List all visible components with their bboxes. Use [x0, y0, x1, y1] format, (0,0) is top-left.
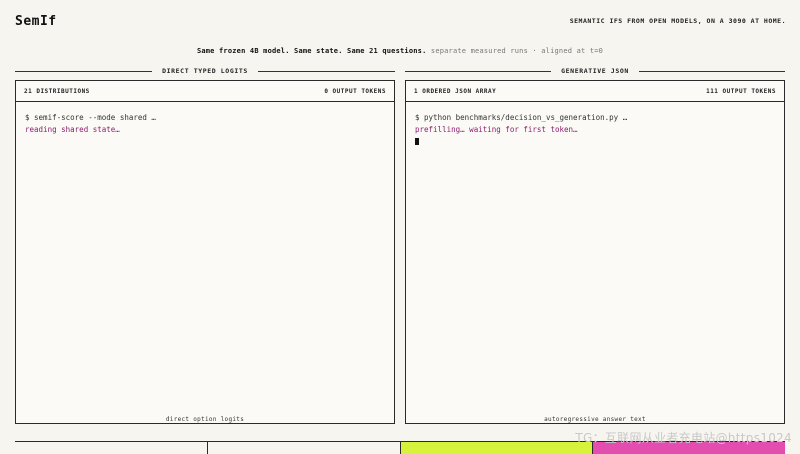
terminal-status: reading shared state… [25, 124, 120, 134]
section-title-generative: GENERATIVE JSON [561, 67, 629, 75]
section-header-generative: GENERATIVE JSON [405, 66, 786, 76]
panel-footer-text: autoregressive answer text [544, 416, 646, 423]
distribution-count: 21 DISTRIBUTIONS [24, 87, 90, 95]
subtitle-emphasis: Same frozen 4B model. Same state. Same 2… [196, 47, 427, 55]
panel-status-bar: 21 DISTRIBUTIONS 0 OUTPUT TOKENS [16, 81, 394, 102]
generative-json-panel: 1 ORDERED JSON ARRAY 111 OUTPUT TOKENS $… [405, 80, 785, 424]
panel-footer-label: direct option logits [16, 416, 394, 423]
panel-footer-text: direct option logits [165, 416, 245, 423]
panel-footer-label: autoregressive answer text [406, 416, 784, 423]
terminal-output: $ semif-score --mode shared … reading sh… [16, 102, 394, 145]
output-token-count: 111 OUTPUT TOKENS [706, 87, 776, 95]
bottom-cell-1[interactable] [15, 442, 207, 454]
divider [15, 70, 153, 72]
terminal-command: $ semif-score --mode shared … [25, 113, 156, 122]
watermark: TG：互联网从业者充电站@https1024 [575, 431, 792, 445]
text-cursor [415, 138, 419, 145]
output-token-count: 0 OUTPUT TOKENS [324, 87, 386, 95]
terminal-command: $ python benchmarks/decision_vs_generati… [415, 113, 628, 122]
json-array-count: 1 ORDERED JSON ARRAY [414, 87, 497, 95]
divider [257, 70, 396, 72]
page-tagline: SEMANTIC IFS FROM OPEN MODELS, ON A 3090… [569, 17, 786, 25]
subtitle-detail: separate measured runs · aligned at t=0 [426, 47, 604, 55]
divider [638, 70, 786, 72]
section-header-direct: DIRECT TYPED LOGITS [15, 66, 396, 76]
divider [405, 70, 552, 72]
brand-logo: SemIf [15, 14, 57, 29]
direct-logits-panel: 21 DISTRIBUTIONS 0 OUTPUT TOKENS $ semif… [15, 80, 395, 424]
panel-status-bar: 1 ORDERED JSON ARRAY 111 OUTPUT TOKENS [406, 81, 784, 102]
terminal-output: $ python benchmarks/decision_vs_generati… [406, 102, 784, 159]
page-subtitle: Same frozen 4B model. Same state. Same 2… [0, 47, 800, 55]
bottom-cell-lime[interactable] [399, 442, 593, 454]
section-title-direct: DIRECT TYPED LOGITS [162, 67, 248, 75]
bottom-cell-2[interactable] [206, 442, 400, 454]
terminal-status: prefilling… waiting for first token… [415, 124, 578, 134]
